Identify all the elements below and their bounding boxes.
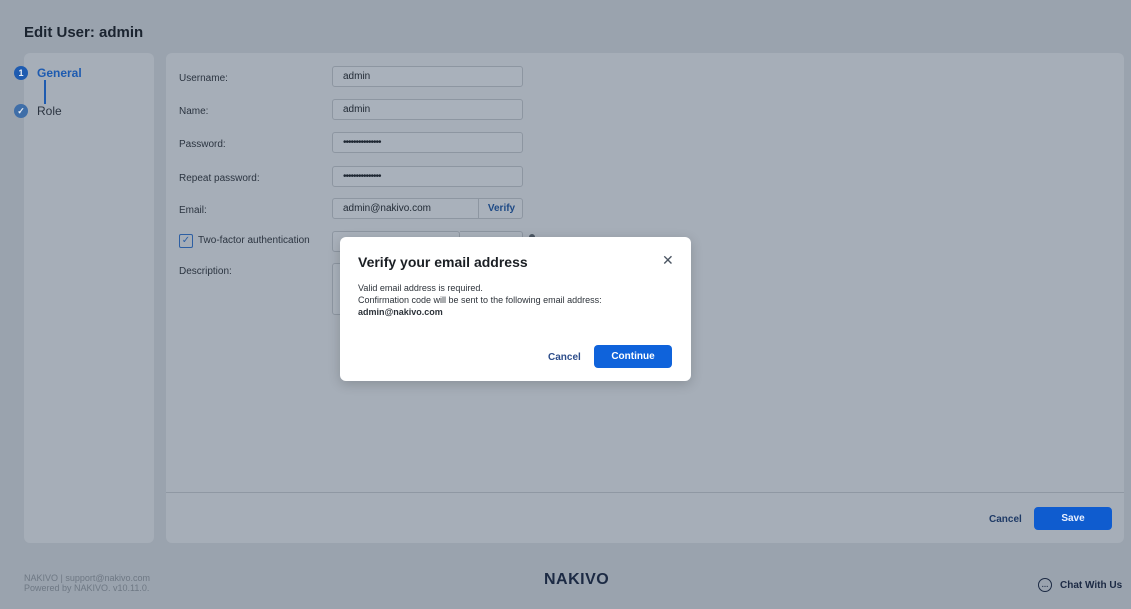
two-factor-checkbox[interactable]: ✓ xyxy=(179,234,193,248)
step-role-check-icon: ✓ xyxy=(14,104,28,118)
two-factor-label: Two-factor authentication xyxy=(198,235,310,246)
repeat-password-label: Repeat password: xyxy=(179,173,260,184)
chat-icon: … xyxy=(1038,578,1052,592)
step-general-number: 1 xyxy=(14,66,28,80)
username-field[interactable]: admin xyxy=(332,66,523,87)
footer-info: NAKIVO | support@nakivo.com Powered by N… xyxy=(24,573,150,593)
name-field[interactable]: admin xyxy=(332,99,523,120)
modal-message: Valid email address is required. Confirm… xyxy=(358,282,678,318)
footer-divider xyxy=(166,492,1124,493)
name-label: Name: xyxy=(179,106,209,117)
footer-version: Powered by NAKIVO. v10.11.0. xyxy=(24,583,150,593)
username-label: Username: xyxy=(179,73,228,84)
password-label: Password: xyxy=(179,139,226,150)
modal-line-1: Valid email address is required. xyxy=(358,283,483,293)
steps-panel xyxy=(24,53,154,543)
nakivo-logo: NAKIVO xyxy=(544,571,610,588)
page-title: Edit User: admin xyxy=(24,24,144,41)
chat-with-us-button[interactable]: … Chat With Us xyxy=(1038,578,1122,592)
footer-support: NAKIVO | support@nakivo.com xyxy=(24,573,151,583)
verify-email-modal: Verify your email address ✕ Valid email … xyxy=(340,237,691,381)
step-general-label: General xyxy=(37,66,82,80)
save-button[interactable]: Save xyxy=(1034,507,1112,530)
cancel-button[interactable]: Cancel xyxy=(989,514,1022,525)
modal-cancel-button[interactable]: Cancel xyxy=(548,352,581,363)
step-general[interactable]: 1 General xyxy=(14,66,82,80)
step-role[interactable]: ✓ Role xyxy=(14,104,62,118)
page-header xyxy=(0,0,1131,46)
close-icon[interactable]: ✕ xyxy=(662,252,674,268)
step-connector xyxy=(44,80,46,104)
step-role-label: Role xyxy=(37,104,62,118)
repeat-password-field[interactable]: ••••••••••••••• xyxy=(332,166,523,187)
modal-email: admin@nakivo.com xyxy=(358,307,443,317)
modal-title: Verify your email address xyxy=(358,254,528,270)
password-field[interactable]: ••••••••••••••• xyxy=(332,132,523,153)
chat-label: Chat With Us xyxy=(1060,579,1123,591)
modal-line-2: Confirmation code will be sent to the fo… xyxy=(358,295,602,305)
email-label: Email: xyxy=(179,205,207,216)
verify-button[interactable]: Verify xyxy=(478,198,524,219)
modal-continue-button[interactable]: Continue xyxy=(594,345,672,368)
description-label: Description: xyxy=(179,266,232,277)
